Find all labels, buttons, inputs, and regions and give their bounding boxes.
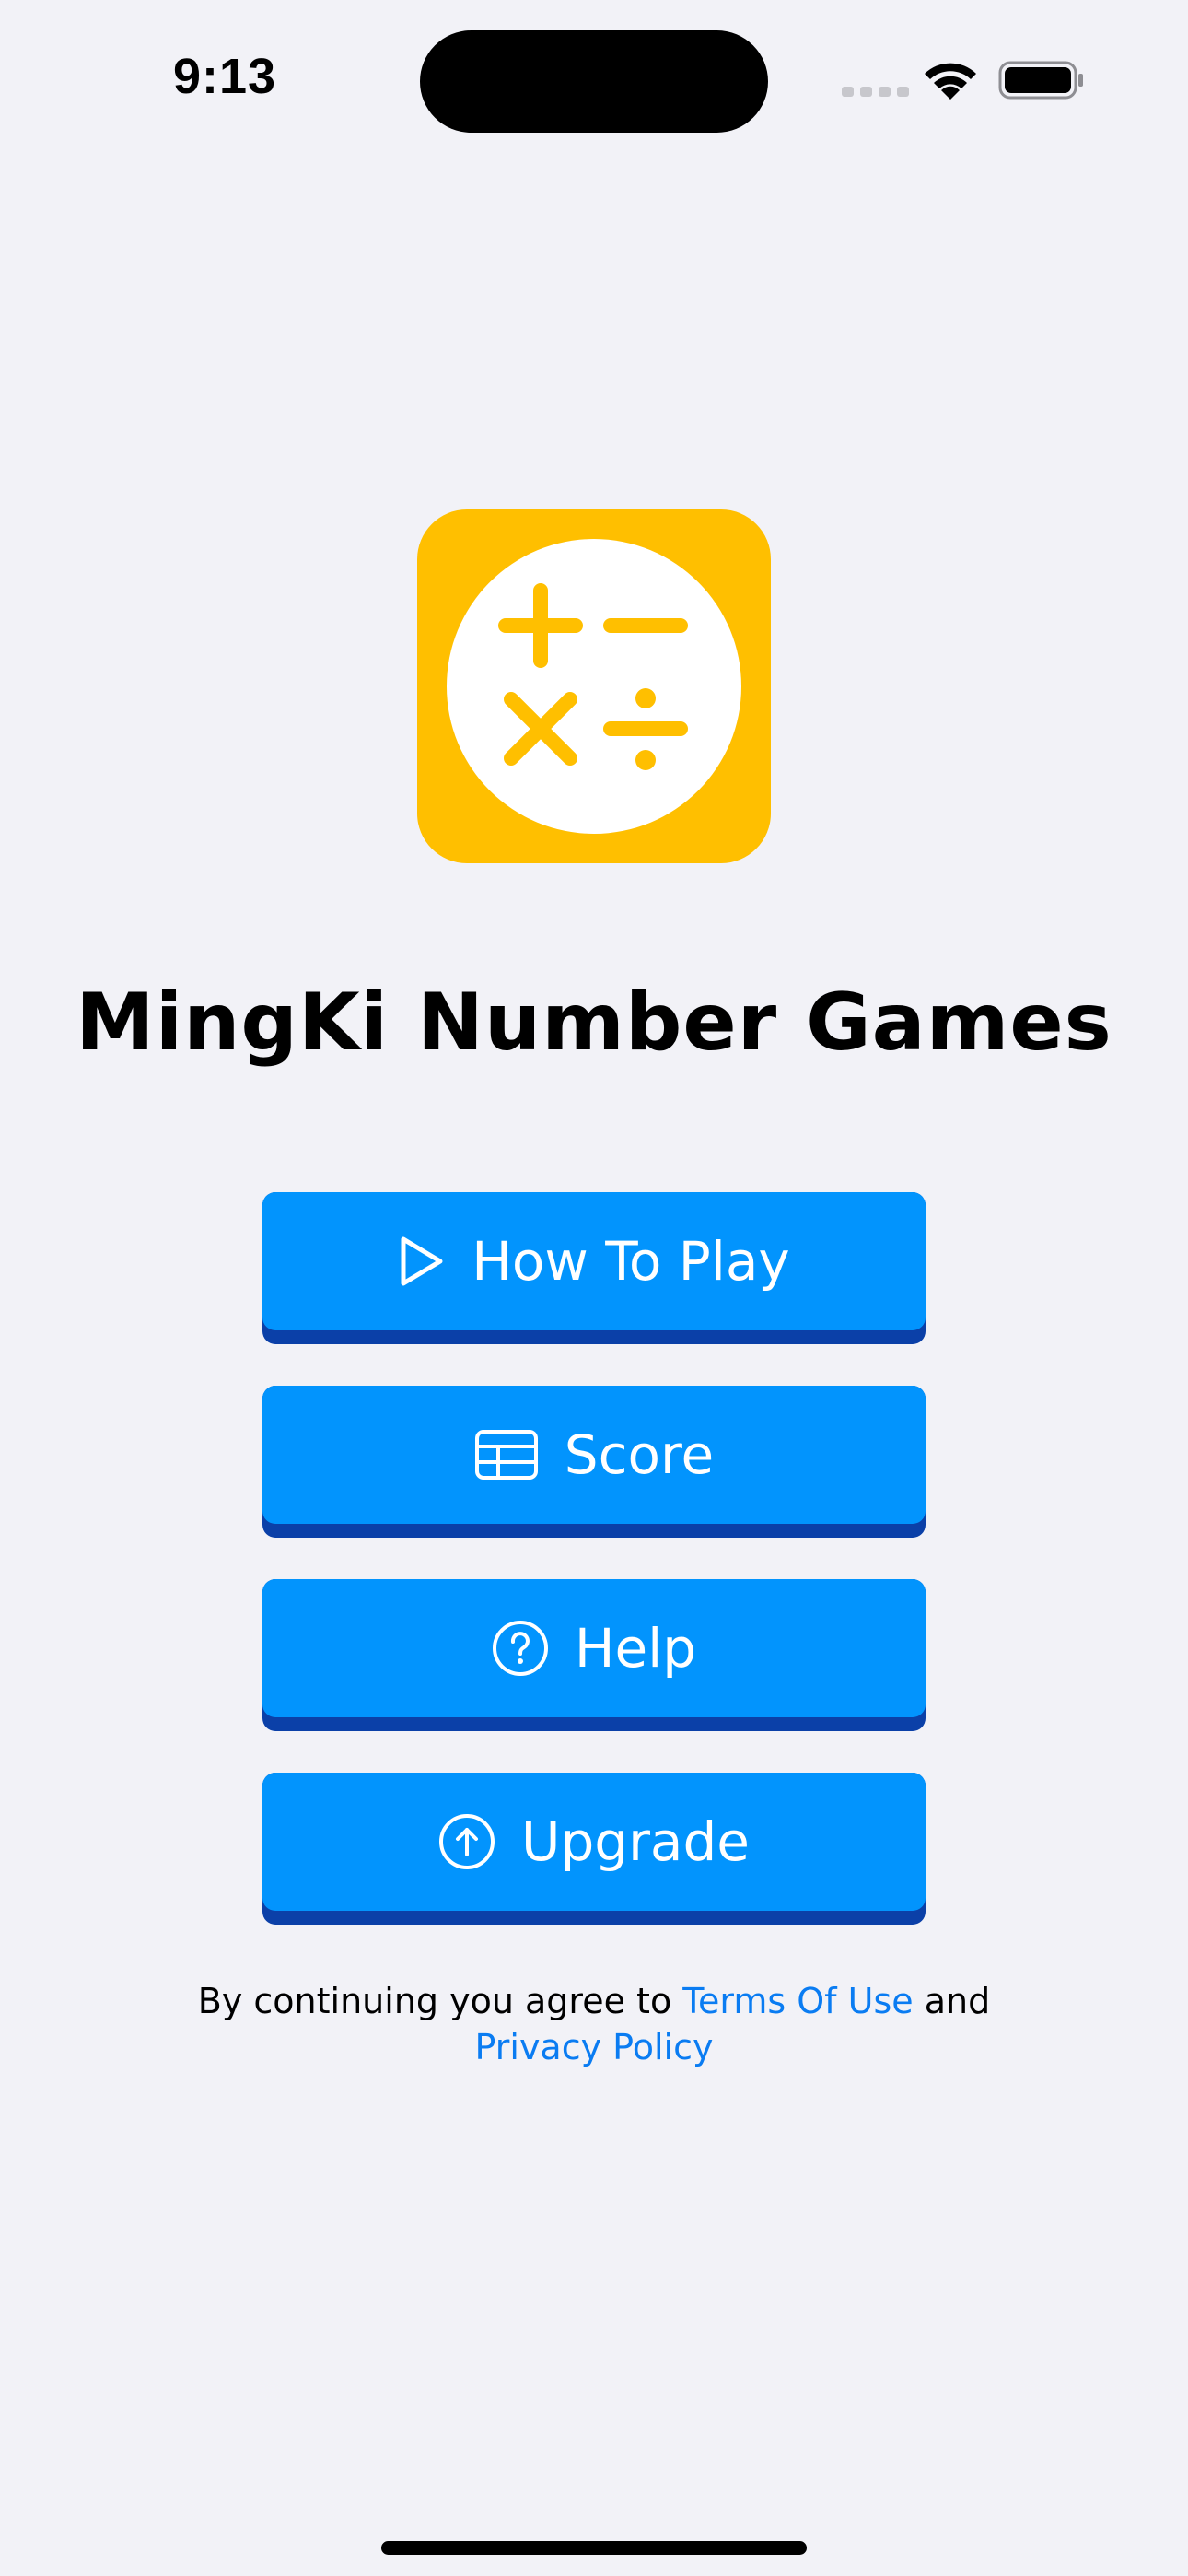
status-time: 9:13: [173, 49, 277, 104]
home-indicator[interactable]: [381, 2541, 807, 2555]
arrow-up-circle-icon: [439, 1814, 495, 1869]
score-label: Score: [564, 1423, 715, 1486]
question-circle-icon: [492, 1621, 548, 1676]
table-icon: [474, 1430, 538, 1480]
battery-icon: [998, 61, 1083, 100]
terms-prefix: By continuing you agree to: [197, 1981, 683, 2021]
app-logo: [417, 509, 771, 863]
cellular-signal-icon: [842, 87, 909, 97]
help-button[interactable]: Help: [262, 1579, 926, 1731]
upgrade-button[interactable]: Upgrade: [262, 1773, 926, 1925]
privacy-policy-link[interactable]: Privacy Policy: [475, 2027, 714, 2067]
play-icon: [401, 1236, 443, 1286]
terms-notice: By continuing you agree to Terms Of Use …: [0, 1978, 1188, 2070]
terms-of-use-link[interactable]: Terms Of Use: [682, 1981, 913, 2021]
wifi-icon: [925, 63, 976, 100]
how-to-play-label: How To Play: [472, 1230, 790, 1293]
upgrade-label: Upgrade: [521, 1810, 750, 1873]
how-to-play-button[interactable]: How To Play: [262, 1192, 926, 1344]
terms-middle: and: [913, 1981, 991, 2021]
dynamic-island: [420, 30, 768, 133]
help-label: Help: [574, 1617, 697, 1680]
calculator-symbols-icon: [447, 539, 741, 834]
app-title: MingKi Number Games: [76, 977, 1112, 1069]
score-button[interactable]: Score: [262, 1386, 926, 1538]
